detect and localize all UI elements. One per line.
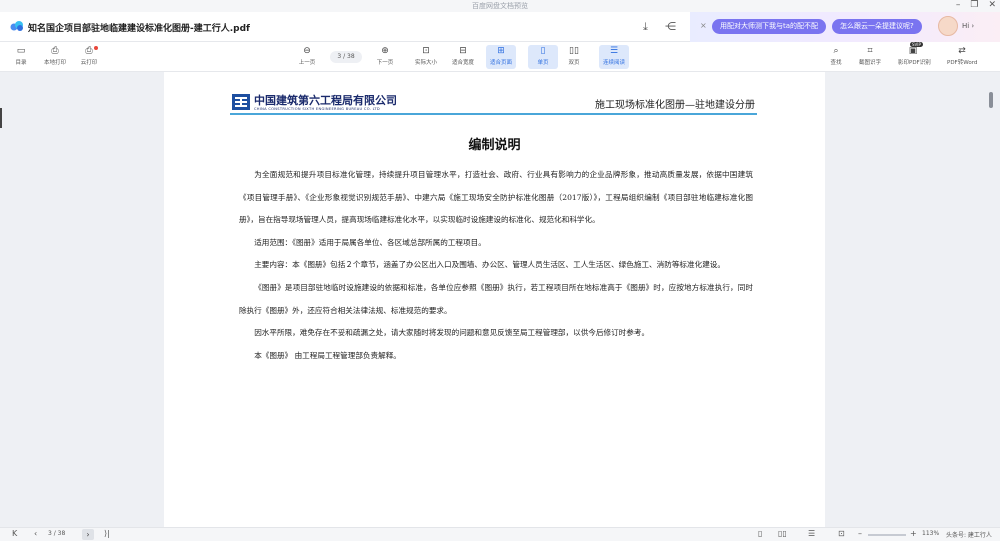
search-icon: ⌕ [833,46,839,56]
document-page: 中国建筑第六工程局有限公司 CHINA CONSTRUCTION SIXTH E… [164,72,825,527]
zoom-level: 113% [922,530,940,537]
toc-icon: ▭ [16,46,26,56]
page-number-input[interactable]: 3 / 38 [330,51,362,63]
page-body: 为全面规范和提升项目标准化管理，持续提升项目管理水平，打造社会、政府、行业具有影… [239,164,753,367]
paragraph: 因水平所限，难免存在不妥和疏漏之处，请大家随时将发现的问题和意见反馈至局工程管理… [254,328,650,338]
page-heading: 编制说明 [468,138,521,153]
notification-dot [94,46,98,50]
single-view-icon[interactable]: ▯ [758,529,762,538]
assistant-suggestion-2[interactable]: 怎么跟云一朵提建议呢? [832,19,922,34]
continuous-icon: ☰ [609,46,619,56]
right-gutter [825,72,1000,527]
paragraph: 本《图册》 由工程局工程管理部负责解释。 [254,350,401,360]
assistant-panel: × 用配对大师测下我与ta的配不配 怎么跟云一朵提建议呢? Hi › [690,12,1000,42]
double-view-icon[interactable]: ▯▯ [778,529,787,538]
continuous-view-icon[interactable]: ☰ [808,529,815,538]
prev-page-button[interactable]: ⊖ 上一页 [292,45,322,69]
company-logo-icon [232,94,250,110]
actual-size-button[interactable]: ⊡ 实际大小 [411,45,441,69]
window-controls: – ❐ ✕ [956,0,996,10]
paragraph: 主要内容：本《图册》包括２个章节，涵盖了办公区出入口及围墙、办公区、管理人员生活… [254,260,725,270]
arrow-right-icon: ⊕ [381,46,389,56]
fit-width-button[interactable]: ⊟ 适合宽度 [448,45,478,69]
left-gutter [0,72,164,527]
paragraph: 适用范围：《图册》适用于局属各单位、各区域总部所属的工程项目。 [254,237,486,247]
local-print-button[interactable]: ⎙ 本地打印 [40,45,70,69]
document-title: 知名国企项目部驻地临建建设标准化图册-建工行人.pdf [28,24,250,34]
cloud-print-button[interactable]: ⎙ 云打印 [74,45,104,69]
continuous-read-button[interactable]: ☰ 连续阅读 [599,45,629,69]
assistant-greeting[interactable]: Hi › [962,22,974,30]
status-bar: K ‹ 3 / 38 › ⟩| ▯ ▯▯ ☰ ⊡ – + 113% 头条号: 建… [0,527,1000,541]
zoom-slider[interactable] [868,534,906,536]
screenshot-ocr-button[interactable]: ⌗ 截图识字 [855,45,885,69]
next-page-button[interactable]: ⊕ 下一页 [370,45,400,69]
zoom-in-icon[interactable]: + [910,529,917,538]
prev-page-icon[interactable]: ‹ [34,529,37,538]
fit-view-icon[interactable]: ⊡ [838,529,845,538]
assistant-suggestion-1[interactable]: 用配对大师测下我与ta的配不配 [712,19,827,34]
arrow-left-icon: ⊖ [303,46,311,56]
close-icon[interactable]: ✕ [988,0,996,10]
paragraph: 为全面规范和提升项目标准化管理，持续提升项目管理水平，打造社会、政府、行业具有影… [239,170,753,225]
single-page-button[interactable]: ▯ 单页 [528,45,558,69]
crop-icon: ⌗ [867,46,873,56]
double-page-icon: ▯▯ [569,46,579,56]
vertical-scrollbar[interactable] [989,92,993,108]
window-titlebar: 百度网盘文档预览 – ❐ ✕ [0,0,1000,12]
paragraph: 《图册》是项目部驻地临时设施建设的依据和标准，各单位应参照《图册》执行，若工程项… [239,282,753,315]
app-title: 百度网盘文档预览 [472,2,528,10]
double-page-button[interactable]: ▯▯ 双页 [559,45,589,69]
first-page-icon[interactable]: K [12,529,17,538]
cloud-printer-icon: ⎙ [85,46,93,56]
cloud-logo-icon [10,21,23,31]
sidebar-handle[interactable] [0,108,2,128]
minimize-icon[interactable]: – [956,0,961,10]
company-name-en: CHINA CONSTRUCTION SIXTH ENGINEERING BUR… [254,107,380,111]
assistant-close-icon[interactable]: × [700,21,707,30]
document-category: 施工现场标准化图册—驻地建设分册 [595,100,755,111]
download-icon[interactable]: ⤓ [643,20,648,34]
header-rule [230,113,757,115]
fit-page-icon: ⊞ [497,46,505,56]
pdf-to-word-button[interactable]: ⇄ PDF转Word [947,45,977,69]
actual-size-icon: ⊡ [422,46,430,56]
next-page-icon[interactable]: › [82,529,94,540]
viewer-toolbar: ▭ 目录 ⎙ 本地打印 ⎙ 云打印 ⊖ 上一页 3 / 38 ⊕ 下一页 ⊡ 实… [0,42,1000,72]
convert-icon: ⇄ [958,46,966,56]
zoom-out-icon[interactable]: – [858,529,862,538]
scan-icon: ▣ [908,46,918,56]
document-header: 知名国企项目部驻地临建建设标准化图册-建工行人.pdf ⤓ ⋲ × 用配对大师测… [0,12,1000,42]
fit-page-button[interactable]: ⊞ 适合页面 [486,45,516,69]
last-page-icon[interactable]: ⟩| [104,529,110,538]
company-name: 中国建筑第六工程局有限公司 [254,94,397,107]
status-page-indicator: 3 / 38 [48,530,66,537]
single-page-icon: ▯ [540,46,546,56]
assistant-avatar[interactable] [938,16,958,36]
scanned-pdf-ocr-button[interactable]: ▣ 影印PDF识别 [898,45,931,69]
watermark: 头条号: 建工行人 [946,532,992,539]
toc-button[interactable]: ▭ 目录 [6,45,36,69]
printer-icon: ⎙ [51,46,59,56]
find-button[interactable]: ⌕ 查找 [821,45,851,69]
fit-width-icon: ⊟ [459,46,467,56]
share-icon[interactable]: ⋲ [665,20,676,33]
restore-icon[interactable]: ❐ [970,0,978,10]
